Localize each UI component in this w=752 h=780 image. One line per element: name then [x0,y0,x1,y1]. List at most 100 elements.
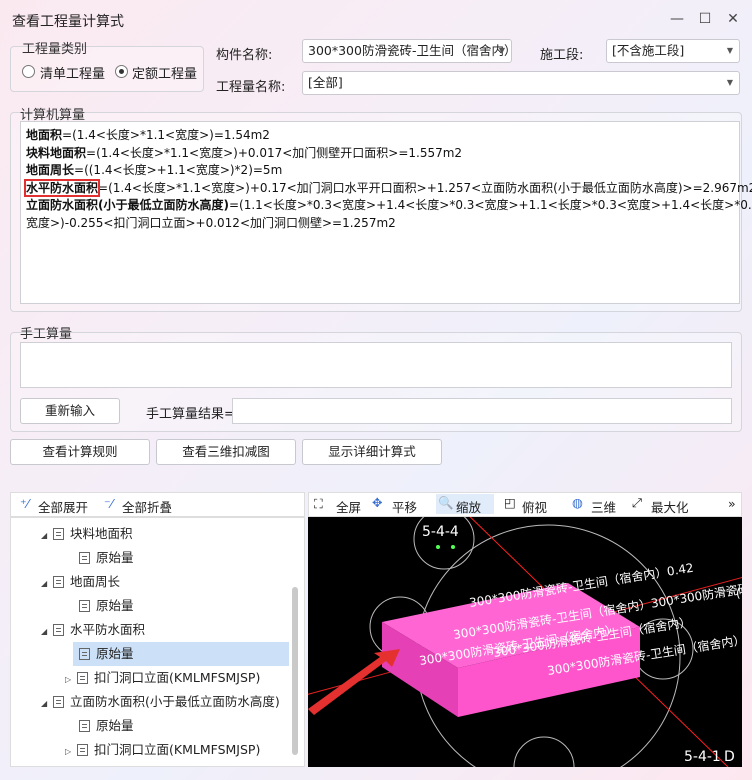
node-icon [53,528,64,540]
qtyname-select[interactable]: [全部] ▼ [302,71,740,95]
radio-list-qty[interactable] [22,65,35,78]
manual-calc-label: 手工算量 [20,327,73,342]
3d-button[interactable]: 三维 [591,497,616,516]
calc-formula: =(1.4<长度>*1.1<宽度>)=1.54m2 [62,128,270,142]
node-icon [79,600,90,612]
calc-item-name: 地面周长 [26,163,75,178]
tree-scrollbar[interactable] [292,587,298,755]
maximize-view-button[interactable]: 最大化 [651,497,689,516]
radio-quota-qty[interactable] [115,65,128,78]
calc-item-name: 立面防水面积(小于最低立面防水高度) [26,198,229,213]
qtyname-value: [全部] [308,75,343,90]
node-icon [53,624,64,636]
chevron-down-icon: ▼ [726,46,733,55]
collapse-all-button[interactable]: 全部折叠 [122,497,172,516]
collapse-triangle-icon[interactable]: ◢ [41,620,53,644]
axis-marker [436,545,440,549]
tree-node[interactable]: ▷ 扣门洞口立面(KMLMFSMJSP) [65,666,260,690]
manual-calc-input[interactable] [20,342,732,388]
reinput-button[interactable]: 重新输入 [20,398,120,424]
tree-node-label: 扣门洞口立面(KMLMFSMJSP) [94,742,261,757]
close-button[interactable]: ✕ [720,6,746,32]
tree-node[interactable]: ▷ 扣门洞口立面(KMLMFSMJSP) [65,738,260,762]
tree-node-label: 水平防水面积 [70,622,146,637]
calc-formula: 宽度>)-0.255<扣门洞口立面>+0.012<加门洞口侧壁>=1.257m2 [26,215,396,230]
calc-formula: =(1.4<长度>*1.1<宽度>)+0.017<加门侧壁开口面积>=1.557… [86,145,463,160]
pan-icon[interactable]: ✥ [372,495,382,510]
chevron-down-icon: ▼ [726,78,733,87]
tree-node-selected[interactable]: 原始量 [73,642,289,666]
calc-formula: =(1.4<长度>*1.1<宽度>)+0.17<加门洞口水平开口面积>+1.25… [98,180,752,195]
window-title: 查看工程量计算式 [12,14,124,30]
tree-node[interactable]: ◢ 地面周长 [41,570,120,594]
calc-formula: =((1.4<长度>+1.1<宽度>)*2)=5m [74,163,283,178]
component-value: 300*300防滑瓷砖-卫生间（宿舍内） [308,43,512,58]
view-3d-deduction-button[interactable]: 查看三维扣减图 [156,439,296,465]
3d-icon[interactable]: ◍ [572,495,583,510]
calc-item-name: 地面积 [26,128,63,142]
calc-item-name: 块料地面积 [26,145,87,160]
fullscreen-button[interactable]: 全屏 [336,497,361,516]
collapse-triangle-icon[interactable]: ◢ [41,524,53,548]
top-view-icon[interactable]: ◰ [504,495,516,510]
collapse-triangle-icon[interactable]: ◢ [41,692,53,716]
component-label: 构件名称: [216,48,273,63]
3d-scene: 5-4-4 5-4-1 D 300*300防滑瓷砖-卫生间（宿舍内）0.42 3… [308,517,742,767]
radio-list-qty-label[interactable]: 清单工程量 [40,63,105,82]
tree-node-label: 扣门洞口立面(KMLMFSMJSP) [94,670,261,685]
show-detail-button[interactable]: 显示详细计算式 [302,439,442,465]
3d-viewport[interactable]: 5-4-4 5-4-1 D 300*300防滑瓷砖-卫生间（宿舍内）0.42 3… [308,517,742,767]
zoom-button[interactable]: 缩放 [456,497,481,516]
expand-icon[interactable]: ⁺⁄ [20,496,29,511]
axis-label-top: 5-4-4 [422,524,459,540]
tree-node-label: 块料地面积 [70,526,133,541]
tree-node[interactable]: ◢ 块料地面积 [41,522,133,546]
tree-node-label: 原始量 [96,550,134,565]
more-icon[interactable]: » [728,496,736,511]
node-icon [53,576,64,588]
manual-result-field[interactable] [232,398,732,424]
component-select[interactable]: 300*300防滑瓷砖-卫生间（宿舍内） ▼ [302,39,512,63]
node-icon [77,672,88,684]
maximize-button[interactable]: ☐ [692,6,718,32]
tree-node[interactable]: 原始量 [79,594,134,618]
collapse-icon[interactable]: ⁻⁄ [104,496,113,511]
stage-select[interactable]: [不含施工段] ▼ [606,39,740,63]
grid-circle [513,736,575,767]
collapse-triangle-icon[interactable]: ◢ [41,572,53,596]
minimize-button[interactable]: — [664,6,690,32]
axis-label-bottom-d: D [724,749,735,765]
pointer-arrow [308,649,400,715]
expand-triangle-icon[interactable]: ▷ [65,740,77,764]
view-rules-button[interactable]: 查看计算规则 [10,439,150,465]
tree-node[interactable]: ◢ 水平防水面积 [41,618,145,642]
expand-all-button[interactable]: 全部展开 [38,497,88,516]
tree-node-label: 原始量 [96,598,134,613]
tree-node-label: 立面防水面积(小于最低立面防水高度) [70,694,280,709]
tree-node[interactable]: 原始量 [79,714,134,738]
radio-quota-qty-label[interactable]: 定额工程量 [132,63,197,82]
top-view-button[interactable]: 俯视 [522,497,547,516]
qtyname-label: 工程量名称: [216,80,286,95]
manual-result-label: 手工算量结果= [146,407,235,422]
stage-label: 施工段: [540,48,584,63]
slab-label: ( [736,586,741,600]
computer-calc-text[interactable]: 地面积=(1.4<长度>*1.1<宽度>)=1.54m2 块料地面积=(1.4<… [20,121,752,304]
axis-label-bottom: 5-4-1 [684,749,721,765]
maximize-view-icon[interactable]: ⤢ [632,495,642,511]
tree-node-label: 原始量 [96,718,134,733]
fullscreen-icon[interactable]: ⛶ [314,496,323,512]
expand-triangle-icon[interactable]: ▷ [65,668,77,692]
calc-formula: =(1.1<长度>*0.3<宽度>+1.4<长度>*0.3<宽度>+1.1<长度… [228,198,752,213]
node-icon [53,696,64,708]
pan-button[interactable]: 平移 [392,497,417,516]
node-icon [79,552,90,564]
calc-item-name-highlighted: 水平防水面积 [23,178,101,197]
node-icon [79,648,90,660]
tree-node[interactable]: ◢ 立面防水面积(小于最低立面防水高度) [41,690,280,714]
node-icon [79,720,90,732]
stage-value: [不含施工段] [612,43,685,58]
chevron-down-icon: ▼ [498,46,505,55]
tree-node[interactable]: 原始量 [79,546,134,570]
axis-marker [451,545,455,549]
